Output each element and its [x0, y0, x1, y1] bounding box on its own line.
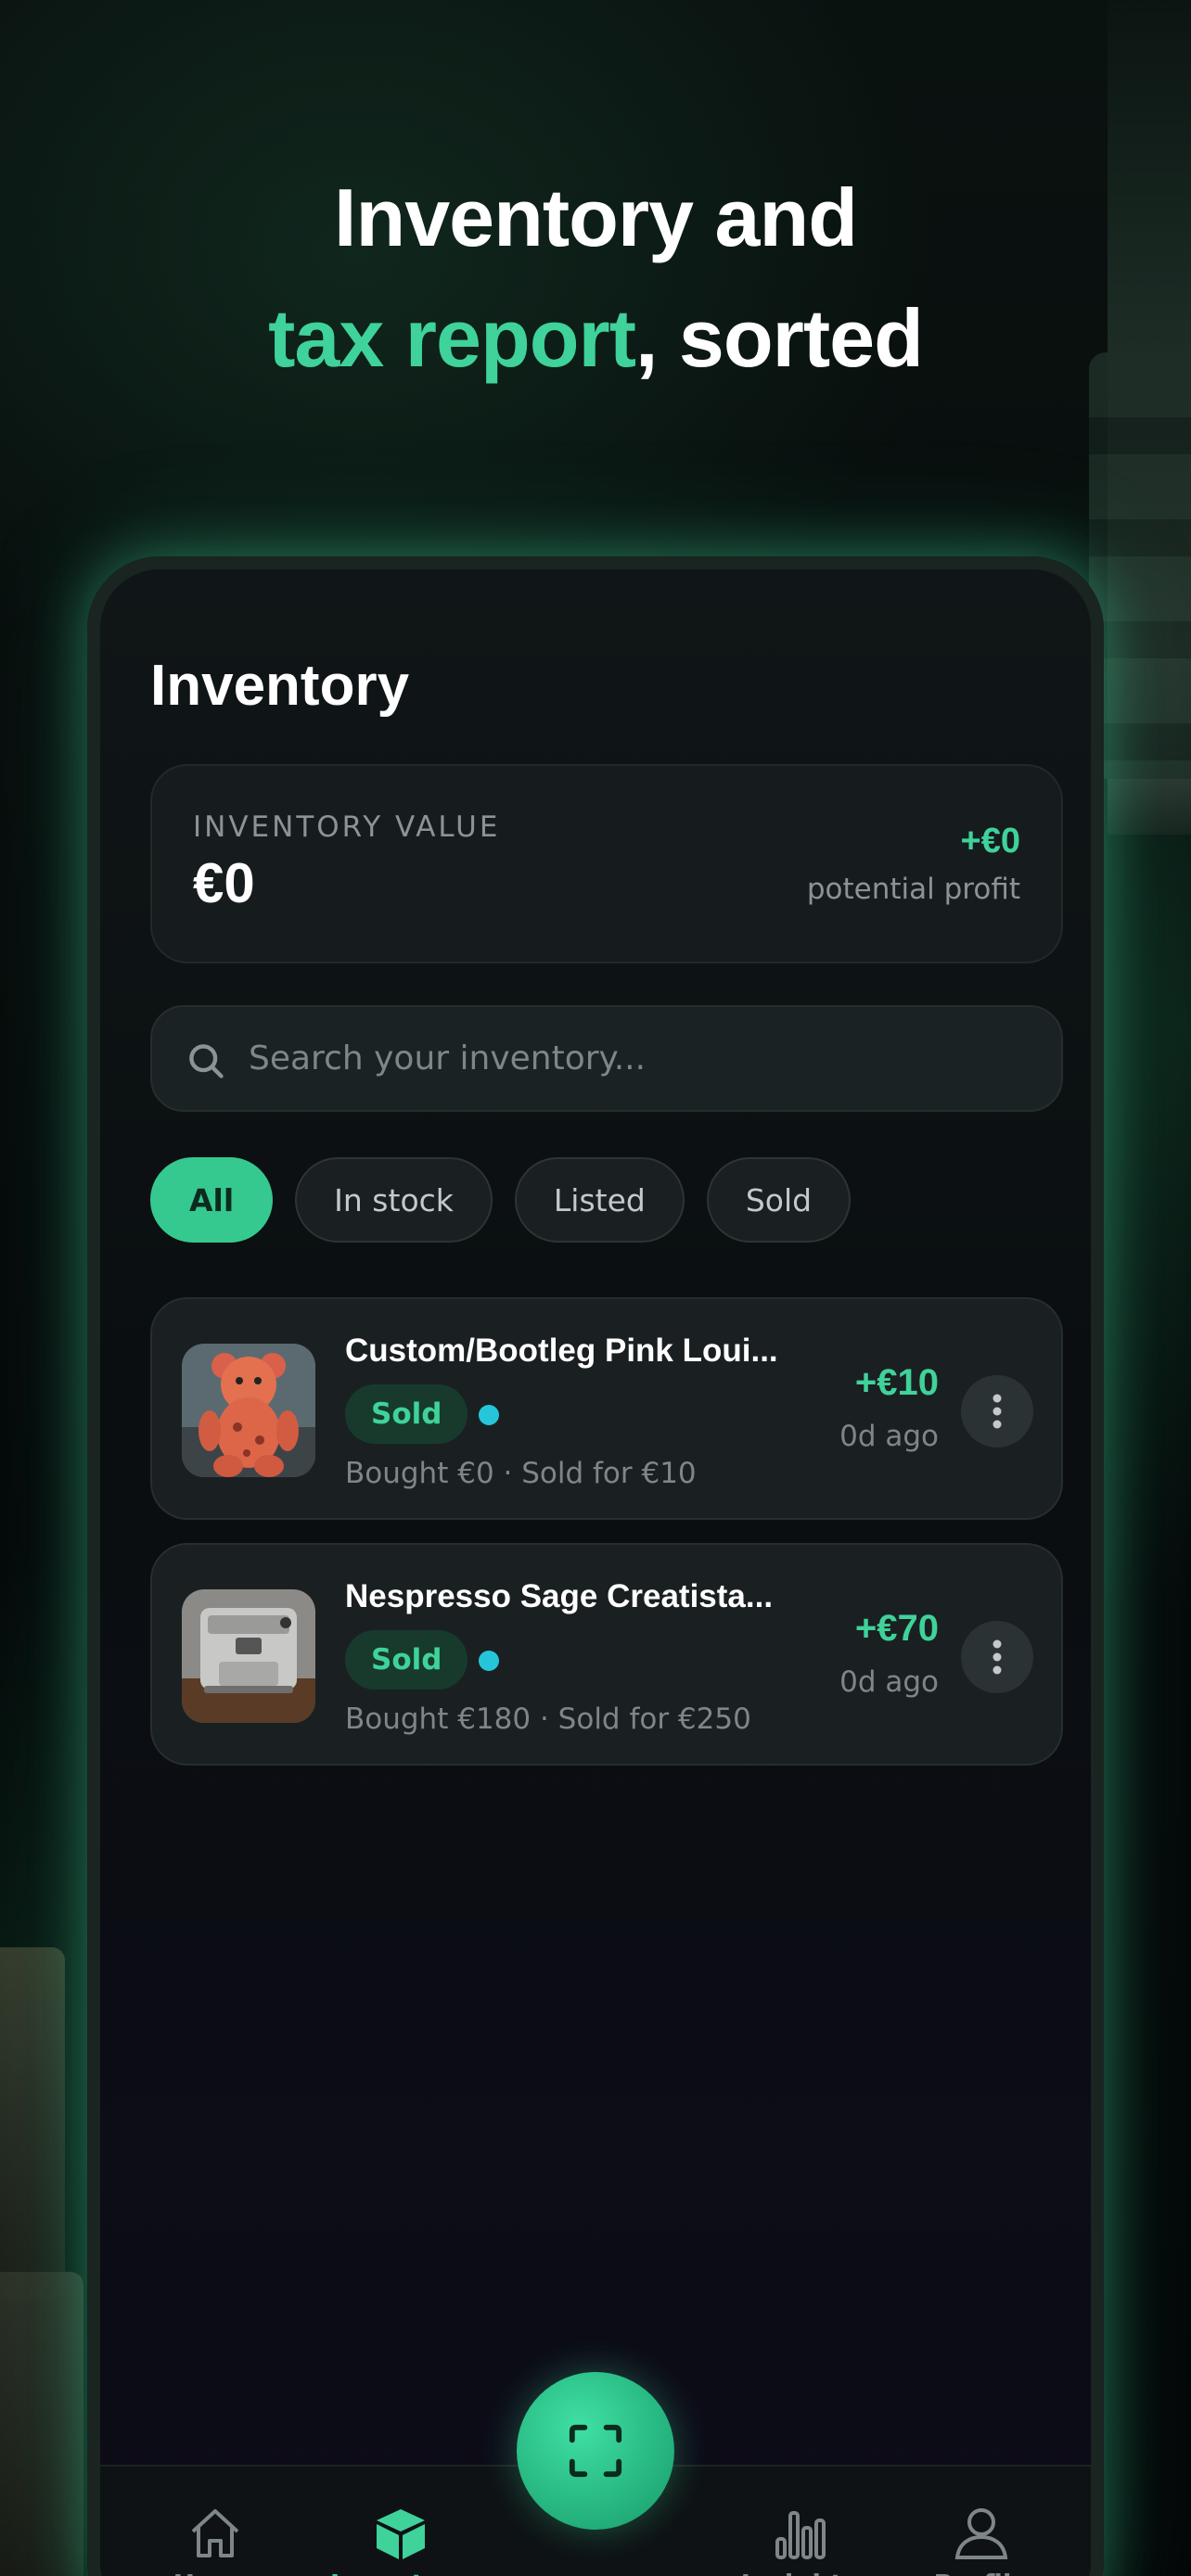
status-badge: Sold: [345, 1630, 468, 1690]
nav-label-insights: Insights: [716, 2569, 883, 2576]
nav-item-insights[interactable]: Insights: [716, 2506, 883, 2576]
hero-line-2: tax report, sorted: [0, 278, 1191, 399]
background-box-decoration: [0, 2272, 83, 2576]
hero-line-2-rest: , sorted: [635, 292, 924, 384]
status-badge: Sold: [345, 1384, 468, 1444]
nav-item-profile[interactable]: Profile: [898, 2506, 1065, 2576]
item-age: 0d ago: [839, 1420, 939, 1453]
inventory-value-label: INVENTORY VALUE: [193, 810, 501, 844]
search-icon: [189, 1044, 224, 1078]
inventory-item[interactable]: Nespresso Sage Creatista... Sold Bought …: [150, 1543, 1063, 1766]
more-vertical-icon: [992, 1394, 1002, 1429]
filter-chip-in-stock[interactable]: In stock: [295, 1157, 493, 1243]
item-thumbnail: [182, 1589, 315, 1723]
status-dot: [479, 1651, 499, 1671]
hero-accent-text: tax report: [268, 292, 636, 384]
item-price-details: Bought €0 · Sold for €10: [345, 1457, 697, 1490]
scan-icon: [569, 2424, 622, 2478]
item-profit: +€70: [854, 1608, 939, 1649]
filter-chips: All In stock Listed Sold: [150, 1157, 852, 1243]
app-screen: Inventory INVENTORY VALUE €0 +€0 potenti…: [100, 569, 1091, 2576]
hero-line-1: Inventory and: [334, 172, 858, 263]
teddy-bear-photo: [182, 1344, 315, 1477]
background-shoebox-decoration: [1089, 352, 1191, 779]
potential-profit-label: potential profit: [806, 873, 1020, 906]
inventory-value-card: INVENTORY VALUE €0 +€0 potential profit: [150, 764, 1063, 963]
espresso-machine-photo: [182, 1589, 315, 1723]
filter-chip-listed[interactable]: Listed: [514, 1157, 685, 1243]
more-vertical-icon: [992, 1639, 1002, 1675]
item-name: Custom/Bootleg Pink Loui...: [345, 1333, 778, 1369]
hero-headline: Inventory and tax report, sorted: [0, 158, 1191, 399]
user-icon: [954, 2508, 1008, 2559]
promo-stage: Inventory and tax report, sorted Invento…: [0, 0, 1191, 2576]
nav-item-home[interactable]: Home: [132, 2506, 299, 2576]
item-more-button[interactable]: [961, 1621, 1033, 1693]
filter-chip-sold[interactable]: Sold: [706, 1157, 852, 1243]
nav-label-profile: Profile: [898, 2569, 1065, 2576]
status-dot: [479, 1405, 499, 1425]
item-thumbnail: [182, 1344, 315, 1477]
potential-profit-amount: +€0: [960, 822, 1020, 861]
inventory-value-amount: €0: [193, 852, 255, 914]
inventory-item[interactable]: Custom/Bootleg Pink Loui... Sold Bought …: [150, 1297, 1063, 1520]
page-title: Inventory: [150, 654, 410, 718]
search-input[interactable]: [249, 1007, 1028, 1110]
nav-label-inventory: Inventory: [317, 2569, 484, 2576]
phone-mockup: Inventory INVENTORY VALUE €0 +€0 potenti…: [87, 556, 1104, 2576]
home-icon: [191, 2509, 239, 2557]
item-age: 0d ago: [839, 1665, 939, 1699]
scan-button[interactable]: [517, 2372, 674, 2530]
item-name: Nespresso Sage Creatista...: [345, 1578, 774, 1614]
search-bar[interactable]: [150, 1005, 1063, 1112]
filter-chip-all[interactable]: All: [150, 1157, 274, 1243]
item-more-button[interactable]: [961, 1375, 1033, 1447]
item-profit: +€10: [854, 1362, 939, 1403]
nav-label-home: Home: [132, 2569, 299, 2576]
item-price-details: Bought €180 · Sold for €250: [345, 1702, 751, 1736]
box-icon: [377, 2509, 425, 2559]
bar-chart-icon: [775, 2511, 826, 2559]
background-box-decoration: [0, 1947, 65, 2300]
nav-item-inventory[interactable]: Inventory: [317, 2506, 484, 2576]
